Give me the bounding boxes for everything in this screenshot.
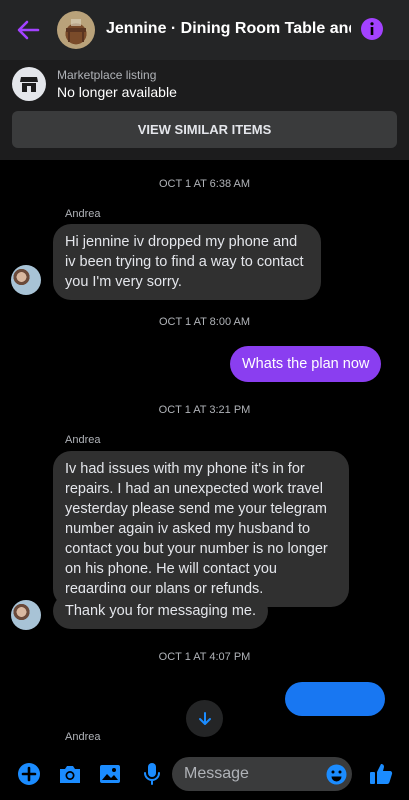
conversation-header: Jennine · Dining Room Table and... [0, 0, 409, 60]
message-composer [0, 748, 409, 800]
scroll-to-bottom-button[interactable] [186, 700, 223, 737]
microphone-icon[interactable] [139, 761, 165, 787]
storefront-icon [12, 67, 46, 101]
add-icon[interactable] [16, 761, 42, 787]
timestamp: OCT 1 AT 4:07 PM [158, 651, 251, 663]
view-similar-items-button[interactable]: VIEW SIMILAR ITEMS [12, 111, 397, 148]
thumbs-up-icon[interactable] [369, 762, 393, 786]
timestamp: OCT 1 AT 8:00 AM [158, 316, 251, 328]
listing-status: No longer available [57, 84, 177, 100]
timestamp: OCT 1 AT 6:38 AM [158, 178, 251, 190]
outgoing-message[interactable]: Whats the plan now [230, 346, 382, 382]
marketplace-listing-banner: Marketplace listing No longer available … [0, 60, 409, 160]
listing-thumbnail[interactable] [57, 11, 95, 49]
emoji-icon[interactable] [326, 764, 347, 785]
incoming-message[interactable]: Hi jennine iv dropped my phone and iv be… [53, 224, 321, 300]
back-arrow-icon[interactable] [14, 16, 42, 44]
sender-name: Andrea [65, 731, 101, 743]
avatar[interactable] [11, 600, 41, 630]
outgoing-message[interactable] [285, 682, 385, 716]
incoming-message[interactable]: Thank you for messaging me. [53, 593, 269, 629]
avatar[interactable] [11, 265, 41, 295]
incoming-message[interactable]: Iv had issues with my phone it's in for … [53, 451, 349, 607]
timestamp: OCT 1 AT 3:21 PM [158, 404, 251, 416]
camera-icon[interactable] [57, 761, 83, 787]
arrow-down-icon [198, 711, 211, 725]
conversation-title[interactable]: Jennine · Dining Room Table and... [106, 20, 351, 38]
photo-gallery-icon[interactable] [97, 761, 123, 787]
info-icon[interactable] [360, 17, 384, 41]
listing-label: Marketplace listing [57, 68, 157, 82]
sender-name: Andrea [65, 208, 101, 220]
message-input[interactable] [172, 757, 352, 791]
sender-name: Andrea [65, 434, 101, 446]
